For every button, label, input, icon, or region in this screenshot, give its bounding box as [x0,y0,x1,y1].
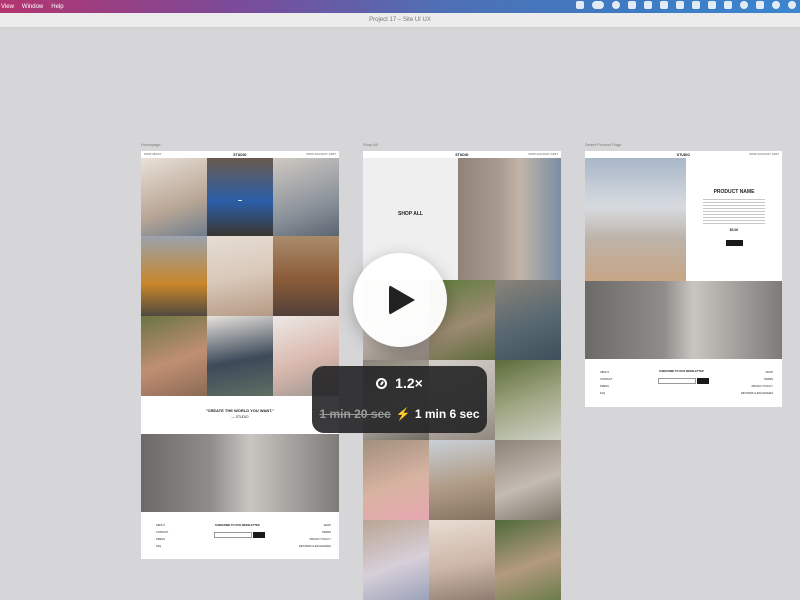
product-tile[interactable] [495,520,561,600]
footer-right-links: SHOP TERMS PRIVACY POLICY RETURNS & EXCH… [293,522,331,550]
menu-help[interactable]: Help [51,4,63,10]
product-tile[interactable] [495,280,561,360]
footer-link[interactable]: PRIVACY POLICY [293,536,331,543]
product-tile[interactable] [495,360,561,440]
newsletter-email-input[interactable] [658,378,696,384]
search-icon[interactable] [740,1,748,9]
original-duration: 1 min 20 sec [319,407,391,421]
footer-link[interactable]: PRIVACY POLICY [735,383,773,390]
footer-right-links: SHOP TERMS PRIVACY POLICY RETURNS & EXCH… [735,369,773,397]
footer-link[interactable]: ABOUT [156,522,168,529]
control-center-icon[interactable] [756,1,764,9]
dropbox-icon[interactable] [576,1,584,9]
hero-photo [458,158,561,280]
siri-icon[interactable] [788,1,796,9]
photo-tile [207,316,273,396]
product-tile[interactable] [495,440,561,520]
product-artboard[interactable]: STUDIO SHOP ACCOUNT CART PRODUCT NAME $0… [585,151,782,407]
lock-icon[interactable] [660,1,668,9]
footer-link[interactable]: PRESS [600,383,612,390]
nav-right-links[interactable]: SHOP ACCOUNT CART [528,153,558,156]
photo-tile: ▬ [207,158,273,236]
footer-link[interactable]: SHOP [293,522,331,529]
photo-tile [141,158,207,236]
homepage-artboard[interactable]: SHOP ABOUT STUDIO SHOP ACCOUNT CART ▬ "C… [141,151,339,559]
newsletter-submit-button[interactable] [253,532,265,538]
product-tile[interactable] [363,520,429,600]
battery-icon[interactable] [692,1,700,9]
photo-tile [141,316,207,396]
product-title: PRODUCT NAME [713,189,755,195]
photo-tile [207,236,273,316]
playback-speed-card[interactable]: 1.2× 1 min 20 sec ⚡ 1 min 6 sec [312,366,487,433]
status-tray [576,1,796,9]
newsletter-title: SUBSCRIBE TO OUR NEWSLETTER [215,524,260,527]
photo-tile [273,158,339,236]
gauge-icon [376,378,388,389]
footer-link[interactable]: SHOP [735,369,773,376]
footer-left-links: ABOUT CONTACT PRESS FAQ [156,522,168,550]
window-title: Project 17 – Site UI UX [0,13,800,28]
footer-link[interactable]: ABOUT [600,369,612,376]
logo[interactable]: STUDIO [677,153,690,157]
footer-link[interactable]: CONTACT [600,376,612,383]
shop-all-hero-text: SHOP ALL [397,211,423,217]
footer-link[interactable]: RETURNS & EXCHANGES [293,543,331,550]
cloud-icon[interactable] [592,1,604,9]
menu-window[interactable]: Window [22,4,43,10]
shop-all-nav: STUDIO SHOP ACCOUNT CART [363,151,561,158]
photo-tile [273,236,339,316]
footer-left-links: ABOUT CONTACT PRESS FAQ [600,369,612,397]
newsletter-submit-button[interactable] [697,378,709,384]
box-icon[interactable] [644,1,652,9]
feature-photo [585,281,782,359]
footer-link[interactable]: CONTACT [156,529,168,536]
wifi-icon[interactable] [676,1,684,9]
nav-right-links[interactable]: SHOP ACCOUNT CART [306,153,336,156]
footer-link[interactable]: RETURNS & EXCHANGES [735,390,773,397]
playback-speed: 1.2× [395,375,423,391]
footer-link[interactable]: FAQ [156,543,168,550]
quote-author: — STUDIO [231,415,249,419]
moon-icon[interactable] [772,1,780,9]
play-button[interactable] [353,253,447,347]
add-to-cart-button[interactable] [726,240,743,246]
product-photo [585,158,686,281]
photo-tile [141,236,207,316]
nav-left-links[interactable]: SHOP ABOUT [144,153,162,156]
tag-icon[interactable] [628,1,636,9]
product-nav: STUDIO SHOP ACCOUNT CART [585,151,782,158]
nav-right-links[interactable]: SHOP ACCOUNT CART [749,153,779,156]
frame-label-homepage[interactable]: Homepage [141,142,161,147]
new-duration: 1 min 6 sec [414,407,480,421]
play-icon [389,285,415,315]
user-icon[interactable] [724,1,732,9]
menu-bar: View Window Help [0,0,800,13]
homepage-nav: SHOP ABOUT STUDIO SHOP ACCOUNT CART [141,151,339,158]
footer-link[interactable]: FAQ [600,390,612,397]
newsletter-title: SUBSCRIBE TO OUR NEWSLETTER [659,370,704,373]
product-tile[interactable] [363,440,429,520]
record-icon[interactable] [612,1,620,9]
tile-label-icon: ▬ [238,198,242,202]
footer-link[interactable]: TERMS [293,529,331,536]
product-price: $0.00 [729,228,739,232]
airplay-icon[interactable] [708,1,716,9]
frame-label-shop-all[interactable]: Shop All [363,142,378,147]
time-row: 1 min 20 sec ⚡ 1 min 6 sec [312,407,487,421]
logo[interactable]: STUDIO [455,153,468,157]
product-description [703,199,765,225]
menu-view[interactable]: View [1,4,14,10]
logo[interactable]: STUDIO [233,153,246,157]
footer-link[interactable]: PRESS [156,536,168,543]
bolt-icon: ⚡ [395,407,411,421]
newsletter-email-input[interactable] [214,532,252,538]
footer-link[interactable]: TERMS [735,376,773,383]
product-tile[interactable] [429,520,495,600]
product-tile[interactable] [429,440,495,520]
speed-row: 1.2× [312,375,487,391]
quote-text: "CREATE THE WORLD YOU WANT." [205,408,275,413]
feature-photo [141,434,339,512]
frame-label-product[interactable]: Select Product Page [585,142,621,147]
